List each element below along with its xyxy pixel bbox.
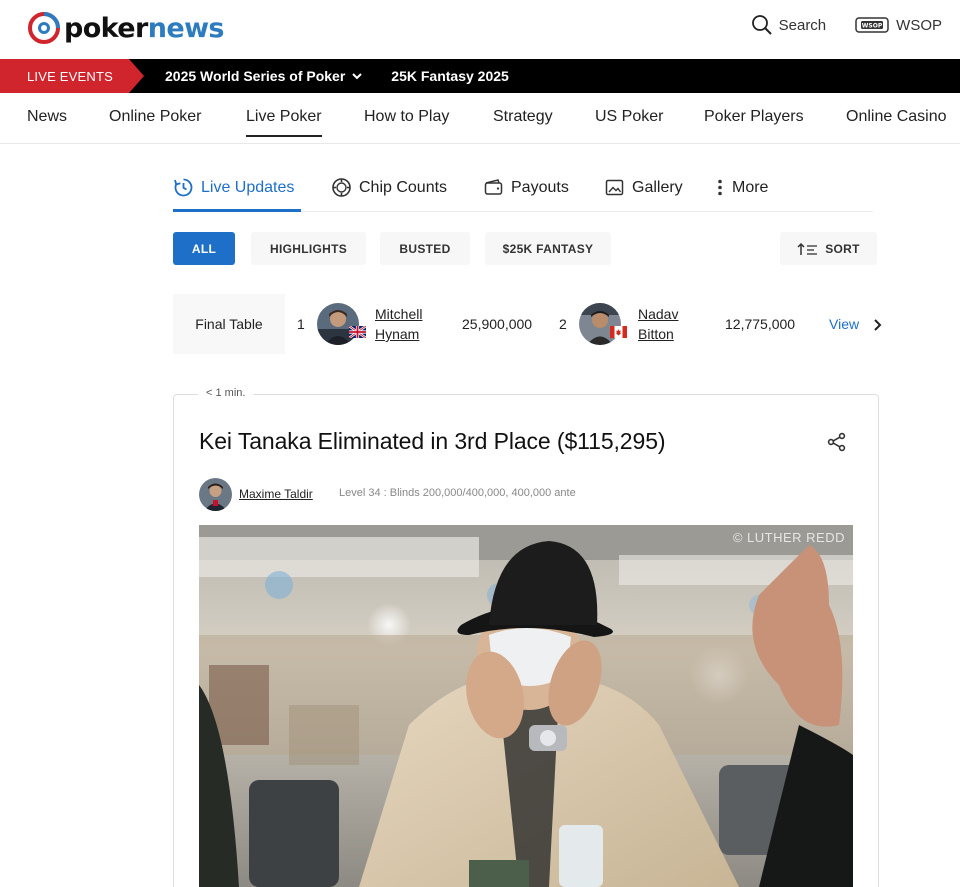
main-nav: News Online Poker Live Poker How to Play… — [0, 94, 960, 144]
tab-more-label: More — [732, 178, 769, 196]
tab-payouts-label: Payouts — [511, 178, 569, 196]
player-2-avatar[interactable] — [579, 303, 621, 345]
view-final-table-link[interactable]: View — [829, 316, 859, 332]
tab-more[interactable]: More — [715, 177, 768, 198]
filter-25k-fantasy-button[interactable]: $25K FANTASY — [485, 232, 611, 265]
player-2-chips: 12,775,000 — [725, 316, 796, 332]
update-time-ago: < 1 min. — [198, 387, 254, 399]
active-tab-indicator — [173, 209, 301, 212]
logo-text-poker: poker — [64, 12, 148, 44]
live-events-label: LIVE EVENTS — [27, 68, 114, 84]
clock-refresh-icon — [174, 178, 193, 197]
nav-item-news[interactable]: News — [27, 108, 67, 126]
canada-flag-icon — [610, 325, 627, 338]
live-subtabs: Live Updates Chip Counts Payouts Gallery — [173, 165, 873, 212]
player-1-first-name[interactable]: Mitchell — [375, 304, 422, 324]
poker-chip-icon — [332, 178, 351, 197]
tab-live-updates[interactable]: Live Updates — [173, 177, 294, 198]
player-2-last-name[interactable]: Bitton — [638, 324, 678, 344]
player-1-name[interactable]: Mitchell Hynam — [375, 304, 422, 344]
final-table-strip: Final Table 1 Mitchell Hynam 25,900,000 … — [173, 294, 883, 354]
update-headline: Kei Tanaka Eliminated in 3rd Place ($115… — [199, 428, 666, 454]
photo-credit: © LUTHER REDD — [732, 530, 845, 545]
sort-label: SORT — [825, 241, 860, 256]
pokernews-logo[interactable]: pokernews — [28, 12, 225, 44]
wsop-2025-label: 2025 World Series of Poker — [165, 68, 346, 84]
update-filters: ALL HIGHLIGHTS BUSTED $25K FANTASY SORT — [173, 232, 878, 266]
search-icon — [751, 15, 772, 35]
player-2-name[interactable]: Nadav Bitton — [638, 304, 678, 344]
player-2-rank: 2 — [559, 316, 567, 332]
search-button[interactable]: Search — [751, 14, 827, 36]
tab-payouts[interactable]: Payouts — [483, 177, 569, 198]
tab-gallery-label: Gallery — [632, 178, 683, 196]
filter-busted-button[interactable]: BUSTED — [380, 232, 470, 265]
photo-player-covering-face — [199, 525, 853, 887]
more-vertical-icon — [718, 179, 722, 196]
nav-item-strategy[interactable]: Strategy — [493, 108, 553, 126]
live-events-tag[interactable]: LIVE EVENTS — [0, 59, 145, 93]
author-link[interactable]: Maxime Taldir — [239, 487, 313, 501]
tab-chip-counts-label: Chip Counts — [359, 178, 448, 196]
filter-all-button[interactable]: ALL — [173, 232, 235, 265]
wsop-badge-text: WSOP — [862, 23, 883, 30]
wsop-2025-dropdown[interactable]: 2025 World Series of Poker — [165, 68, 363, 84]
live-events-bar: LIVE EVENTS 2025 World Series of Poker 2… — [0, 59, 960, 93]
pokernews-logo-icon — [28, 12, 60, 44]
wsop-label: WSOP — [896, 16, 942, 34]
player-1-chips: 25,900,000 — [462, 316, 533, 332]
nav-item-live-poker[interactable]: Live Poker — [246, 108, 322, 137]
tab-chip-counts[interactable]: Chip Counts — [331, 177, 447, 198]
nav-item-online-poker[interactable]: Online Poker — [109, 108, 202, 126]
logo-wordmark: pokernews — [64, 12, 225, 44]
player-1-rank: 1 — [297, 316, 305, 332]
wallet-icon — [484, 179, 503, 195]
tab-live-updates-label: Live Updates — [201, 178, 295, 196]
share-button[interactable] — [826, 431, 848, 453]
blind-level-info: Level 34 : Blinds 200,000/400,000, 400,0… — [339, 487, 576, 499]
final-table-label: Final Table — [173, 294, 285, 354]
fantasy-2025-link[interactable]: 25K Fantasy 2025 — [391, 68, 509, 84]
wsop-chip-icon: WSOP — [855, 17, 889, 33]
sort-icon — [797, 242, 818, 255]
filter-highlights-button[interactable]: HIGHLIGHTS — [251, 232, 366, 265]
author-avatar[interactable] — [199, 478, 232, 511]
share-icon — [827, 432, 846, 452]
uk-flag-icon — [348, 325, 367, 339]
image-icon — [605, 179, 624, 196]
header-actions: Search WSOP WSOP — [751, 14, 942, 36]
nav-item-online-casino[interactable]: Online Casino — [846, 108, 947, 126]
chevron-down-icon — [352, 73, 362, 80]
nav-item-poker-players[interactable]: Poker Players — [704, 108, 804, 126]
top-header: pokernews Search WSOP WSOP — [0, 0, 960, 58]
update-photo[interactable]: © LUTHER REDD — [199, 525, 853, 887]
player-1-last-name[interactable]: Hynam — [375, 324, 422, 344]
player-1-avatar[interactable] — [317, 303, 359, 345]
search-label: Search — [778, 16, 827, 34]
chevron-right-icon[interactable] — [873, 318, 883, 332]
sort-button[interactable]: SORT — [780, 232, 877, 265]
wsop-link[interactable]: WSOP WSOP — [854, 15, 942, 35]
nav-item-us-poker[interactable]: US Poker — [595, 108, 663, 126]
tab-gallery[interactable]: Gallery — [604, 177, 683, 198]
fantasy-2025-label: 25K Fantasy 2025 — [391, 68, 509, 84]
player-2-first-name[interactable]: Nadav — [638, 304, 678, 324]
nav-item-how-to-play[interactable]: How to Play — [364, 108, 449, 126]
live-events-links: 2025 World Series of Poker 25K Fantasy 2… — [165, 68, 509, 84]
logo-text-news: news — [147, 12, 225, 44]
